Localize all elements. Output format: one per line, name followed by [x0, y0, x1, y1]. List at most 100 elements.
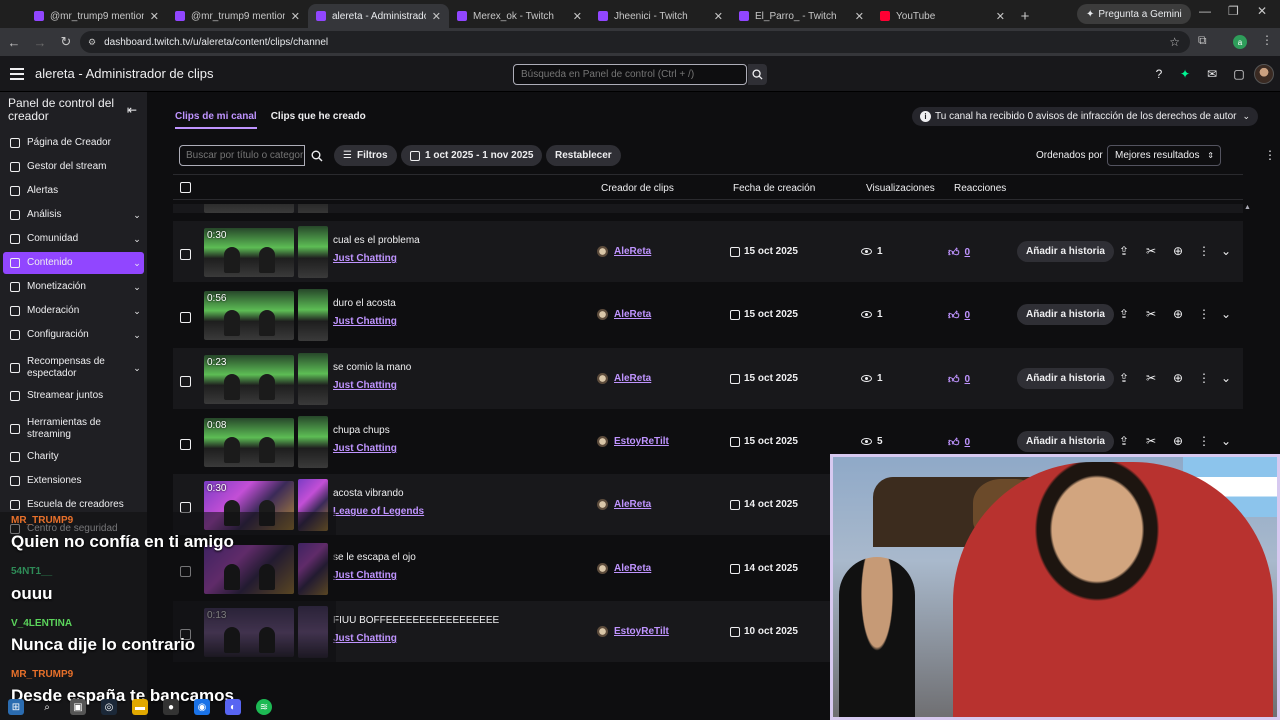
clip-category-link[interactable]: Just Chatting: [333, 316, 397, 327]
more-options-icon[interactable]: ⋮: [1264, 148, 1276, 162]
collapse-sidebar-icon[interactable]: ⇤: [127, 103, 137, 117]
scissors-icon[interactable]: ✂: [1144, 307, 1158, 321]
extensions-icon[interactable]: ⧉: [1198, 33, 1207, 48]
search-button[interactable]: [748, 64, 767, 85]
browser-tab-3[interactable]: Merex_ok - Twitch ✕: [449, 4, 590, 28]
clip-category-link[interactable]: Just Chatting: [333, 253, 397, 264]
sidebar-item[interactable]: Configuración ⌄: [3, 324, 144, 346]
clip-reactions[interactable]: 👍︎ 0: [948, 436, 970, 449]
restore-icon[interactable]: ❐: [1228, 4, 1239, 18]
browser-tab-1[interactable]: @mr_trump9 mentioned y✕: [167, 4, 308, 28]
clip-title[interactable]: acosta vibrando: [333, 488, 404, 499]
more-options-icon[interactable]: ⋮: [1197, 244, 1211, 258]
add-to-story-button[interactable]: Añadir a historia: [1017, 368, 1114, 389]
scroll-up-icon[interactable]: ▲: [1244, 204, 1251, 211]
chevron-down-icon[interactable]: ⌄: [1219, 244, 1233, 258]
browser-tab-2[interactable]: alereta - Administrador de✕: [308, 4, 449, 28]
clip-creator-link[interactable]: EstoyReTilt: [597, 436, 669, 447]
col-date[interactable]: Fecha de creación: [733, 183, 815, 194]
add-to-story-button[interactable]: Añadir a historia: [1017, 431, 1114, 452]
clip-title[interactable]: se le escapa el ojo: [333, 552, 416, 563]
clip-thumbnail[interactable]: 0:56: [204, 291, 294, 340]
clip-thumbnail[interactable]: 0:23: [204, 355, 294, 404]
add-circle-icon[interactable]: ⊕: [1171, 244, 1185, 258]
tab-my-channel-clips[interactable]: Clips de mi canal: [175, 111, 257, 129]
chevron-down-icon[interactable]: ⌄: [1219, 307, 1233, 321]
sidebar-item[interactable]: Herramientas de streaming: [3, 415, 144, 443]
clip-title[interactable]: chupa chups: [333, 425, 390, 436]
tab-clips-i-created[interactable]: Clips que he creado: [271, 111, 366, 129]
col-views[interactable]: Visualizaciones: [866, 183, 935, 194]
clip-thumbnail[interactable]: 0:30: [204, 228, 294, 277]
copyright-notice[interactable]: i Tu canal ha recibido 0 avisos de infra…: [912, 107, 1259, 126]
file-explorer-icon[interactable]: ▣: [70, 699, 86, 715]
dashboard-search-input[interactable]: [513, 64, 747, 85]
browser-tab-4[interactable]: Jheenici - Twitch ✕: [590, 4, 731, 28]
clip-thumbnail-vertical[interactable]: [298, 416, 328, 468]
spotify-icon[interactable]: ≋: [256, 699, 272, 715]
inbox-icon[interactable]: ✉: [1205, 67, 1219, 81]
filters-button[interactable]: ☰ Filtros: [334, 145, 397, 166]
close-tab-icon[interactable]: ✕: [855, 10, 864, 23]
add-to-story-button[interactable]: Añadir a historia: [1017, 304, 1114, 325]
steam-icon[interactable]: ◎: [101, 699, 117, 715]
clip-category-link[interactable]: League of Legends: [333, 506, 424, 517]
close-tab-icon[interactable]: ✕: [291, 10, 300, 23]
sidebar-item[interactable]: Monetización ⌄: [3, 276, 144, 298]
clip-title[interactable]: FIUU BOFFEEEEEEEEEEEEEEEEE: [333, 615, 499, 626]
clip-creator-link[interactable]: EstoyReTilt: [597, 626, 669, 637]
close-tab-icon[interactable]: ✕: [150, 10, 159, 23]
user-avatar[interactable]: [1254, 64, 1274, 84]
clip-title[interactable]: duro el acosta: [333, 298, 396, 309]
clip-creator-link[interactable]: AleReta: [597, 563, 651, 574]
row-checkbox[interactable]: [180, 312, 191, 323]
share-icon[interactable]: ⇪: [1117, 244, 1131, 258]
add-circle-icon[interactable]: ⊕: [1171, 434, 1185, 448]
browser-tab-6[interactable]: YouTube ✕: [872, 4, 1013, 28]
more-options-icon[interactable]: ⋮: [1197, 307, 1211, 321]
more-options-icon[interactable]: ⋮: [1197, 434, 1211, 448]
bookmark-star-icon[interactable]: ☆: [1169, 35, 1180, 49]
col-creator[interactable]: Creador de clips: [601, 183, 674, 194]
chrome-icon[interactable]: ◉: [194, 699, 210, 715]
clip-creator-link[interactable]: AleReta: [597, 246, 651, 257]
share-icon[interactable]: ⇪: [1117, 307, 1131, 321]
clip-reactions[interactable]: 👍︎ 0: [948, 246, 970, 259]
close-tab-icon[interactable]: ✕: [432, 10, 441, 23]
close-tab-icon[interactable]: ✕: [714, 10, 723, 23]
chevron-down-icon[interactable]: ⌄: [1219, 434, 1233, 448]
clip-creator-link[interactable]: AleReta: [597, 499, 651, 510]
back-icon[interactable]: ←: [2, 30, 26, 54]
sidebar-item[interactable]: Streamear juntos: [3, 385, 144, 407]
sidebar-item[interactable]: Extensiones: [3, 470, 144, 492]
add-circle-icon[interactable]: ⊕: [1171, 371, 1185, 385]
clip-thumbnail-vertical[interactable]: [298, 226, 328, 278]
close-tab-icon[interactable]: ✕: [996, 10, 1005, 23]
reset-button[interactable]: Restablecer: [546, 145, 621, 166]
whispers-icon[interactable]: ▢: [1232, 67, 1246, 81]
clip-title[interactable]: cual es el problema: [333, 235, 420, 246]
chevron-down-icon[interactable]: ⌄: [1219, 371, 1233, 385]
sidebar-item[interactable]: Comunidad ⌄: [3, 228, 144, 250]
sort-select[interactable]: Mejores resultados ⇕: [1107, 145, 1221, 166]
more-options-icon[interactable]: ⋮: [1197, 371, 1211, 385]
browser-tab-5[interactable]: El_Parro_ - Twitch ✕: [731, 4, 872, 28]
close-window-icon[interactable]: ✕: [1257, 4, 1267, 18]
select-all-checkbox[interactable]: [180, 182, 191, 193]
clip-category-link[interactable]: Just Chatting: [333, 633, 397, 644]
share-icon[interactable]: ⇪: [1117, 434, 1131, 448]
sidebar-item[interactable]: Gestor del stream: [3, 156, 144, 178]
taskbar-search-icon[interactable]: ⌕: [39, 699, 55, 715]
url-field[interactable]: ⚙ dashboard.twitch.tv/u/alereta/content/…: [80, 31, 1190, 53]
clip-category-link[interactable]: Just Chatting: [333, 443, 397, 454]
clip-thumbnail[interactable]: 0:08: [204, 418, 294, 467]
browser-tab-0[interactable]: @mr_trump9 mentioned y✕: [26, 4, 167, 28]
reload-icon[interactable]: ↻: [54, 30, 78, 54]
hamburger-menu-icon[interactable]: [10, 68, 24, 80]
scissors-icon[interactable]: ✂: [1144, 244, 1158, 258]
scissors-icon[interactable]: ✂: [1144, 371, 1158, 385]
obs-icon[interactable]: ●: [163, 699, 179, 715]
row-checkbox[interactable]: [180, 249, 191, 260]
date-range-button[interactable]: 1 oct 2025 - 1 nov 2025: [401, 145, 543, 166]
clip-category-link[interactable]: Just Chatting: [333, 570, 397, 581]
